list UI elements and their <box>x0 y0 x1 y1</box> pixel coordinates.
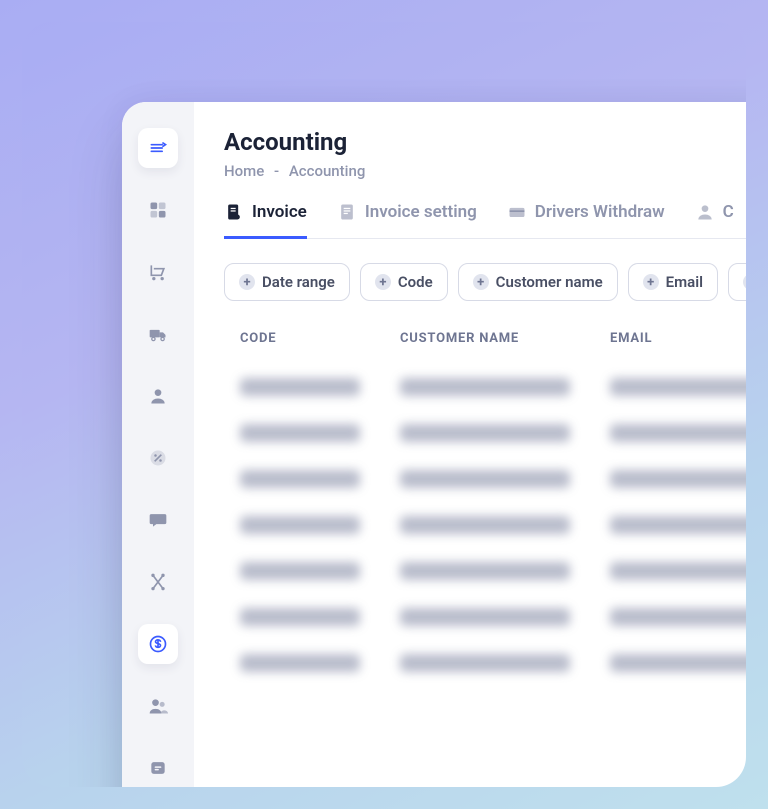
cell-email <box>610 470 746 488</box>
cell-customer-name <box>400 608 570 626</box>
col-customer-name[interactable]: CUSTOMER NAME <box>400 331 610 346</box>
dollar-icon[interactable] <box>138 624 178 664</box>
tab-label: Invoice setting <box>365 202 477 222</box>
cell-customer-name <box>400 562 570 580</box>
users-icon[interactable] <box>138 686 178 726</box>
invoice-icon <box>224 202 244 222</box>
cell-code <box>240 608 360 626</box>
tab-label: C <box>723 202 734 222</box>
table-body <box>224 364 746 686</box>
tools-icon[interactable] <box>138 562 178 602</box>
tab-withdraw[interactable]: Drivers Withdraw <box>507 202 665 239</box>
user-icon <box>695 202 715 222</box>
filter-settings[interactable]: +Setti <box>728 263 746 301</box>
cell-code <box>240 470 360 488</box>
invoice-table: CODE CUSTOMER NAME EMAIL <box>224 325 746 686</box>
breadcrumb-current: Accounting <box>289 162 365 180</box>
filter-email[interactable]: + Email <box>628 263 718 301</box>
table-row[interactable] <box>224 410 746 456</box>
cell-code <box>240 562 360 580</box>
note-icon[interactable] <box>138 748 178 787</box>
cell-code <box>240 654 360 672</box>
cell-email <box>610 562 746 580</box>
chip-label: Customer name <box>496 273 603 291</box>
breadcrumb-separator: - <box>274 162 279 180</box>
cell-customer-name <box>400 424 570 442</box>
cell-customer-name <box>400 378 570 396</box>
table-row[interactable] <box>224 502 746 548</box>
cell-code <box>240 424 360 442</box>
app-window: 24 Accounting Home - Accounting Invoice <box>122 102 746 787</box>
cell-customer-name <box>400 470 570 488</box>
cell-code <box>240 378 360 396</box>
filter-chips: +Date range +Code +Customer name +Email … <box>224 263 746 301</box>
table-row[interactable] <box>224 594 746 640</box>
tab-label: Invoice <box>252 202 307 222</box>
filter-date-range[interactable]: + Date range <box>224 263 350 301</box>
table-row[interactable] <box>224 456 746 502</box>
cell-email <box>610 608 746 626</box>
col-code[interactable]: CODE <box>240 331 400 346</box>
col-email[interactable]: EMAIL <box>610 331 746 346</box>
user-icon[interactable] <box>138 376 178 416</box>
tabs-bar: Invoice Invoice setting Drivers Withdraw <box>224 202 746 239</box>
cell-customer-name <box>400 654 570 672</box>
tab-invoice-setting[interactable]: Invoice setting <box>337 202 477 239</box>
breadcrumb: Home - Accounting <box>224 162 746 180</box>
tab-label: Drivers Withdraw <box>535 202 665 222</box>
table-header: CODE CUSTOMER NAME EMAIL <box>224 325 746 364</box>
table-row[interactable] <box>224 364 746 410</box>
chip-label: Email <box>666 273 703 291</box>
cell-code <box>240 516 360 534</box>
table-row[interactable] <box>224 548 746 594</box>
menu-toggle-icon[interactable] <box>138 128 178 168</box>
main-content: Accounting Home - Accounting Invoice <box>194 102 746 787</box>
invoice-setting-icon <box>337 202 357 222</box>
page-title: Accounting <box>224 128 746 156</box>
sidebar-rail: 24 <box>122 102 194 787</box>
chip-label: Code <box>398 273 433 291</box>
plus-icon: + <box>375 274 391 290</box>
discount-icon[interactable] <box>138 438 178 478</box>
table-row[interactable] <box>224 640 746 686</box>
cell-customer-name <box>400 516 570 534</box>
tab-invoice[interactable]: Invoice <box>224 202 307 239</box>
filter-customer-name[interactable]: + Customer name <box>458 263 618 301</box>
withdraw-icon <box>507 202 527 222</box>
plus-icon: + <box>643 274 659 290</box>
chip-label: Date range <box>262 273 335 291</box>
dashboard-icon[interactable] <box>138 190 178 230</box>
trolley-icon[interactable] <box>138 252 178 292</box>
breadcrumb-home[interactable]: Home <box>224 162 264 180</box>
truck-icon[interactable] <box>138 314 178 354</box>
plus-icon: + <box>743 274 746 290</box>
tab-customer[interactable]: C <box>695 202 734 239</box>
cell-email <box>610 654 746 672</box>
plus-icon: + <box>239 274 255 290</box>
cell-email <box>610 378 746 396</box>
cell-email <box>610 424 746 442</box>
filter-code[interactable]: + Code <box>360 263 448 301</box>
chat-icon[interactable] <box>138 500 178 540</box>
plus-icon: + <box>473 274 489 290</box>
cell-email <box>610 516 746 534</box>
